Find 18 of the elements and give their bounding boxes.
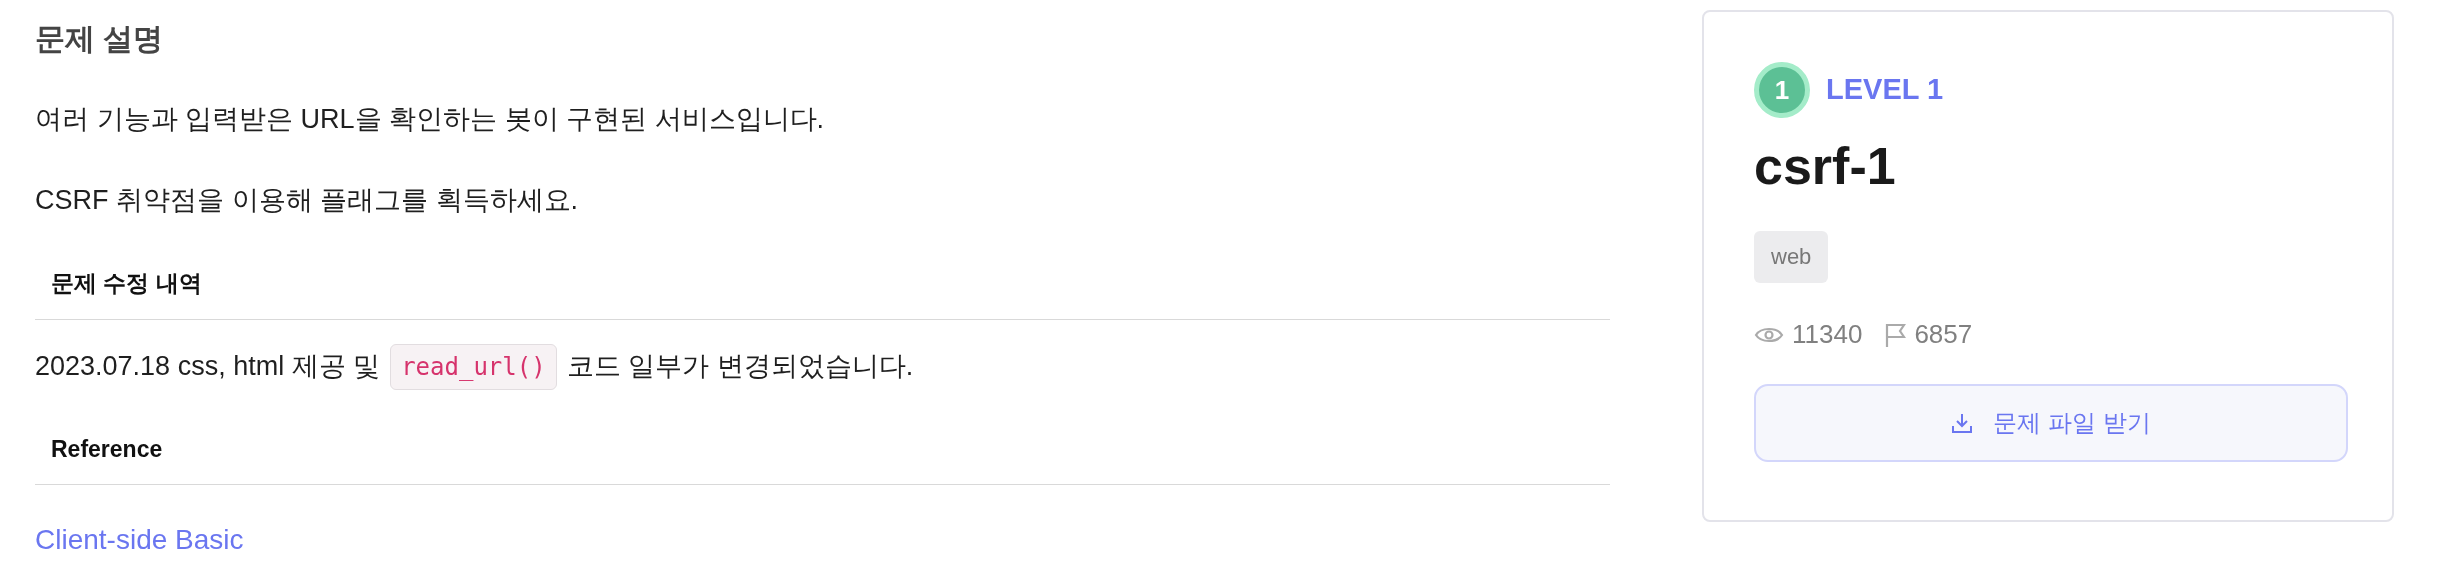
subsection-heading: Reference xyxy=(51,435,163,462)
section-title: 문제 설명 xyxy=(35,21,165,57)
description-text: CSRF 취약점을 이용해 플래그를 획득하세요. xyxy=(35,183,579,217)
download-button[interactable]: 문제 파일 받기 xyxy=(1754,384,2348,462)
level-badge: 1 xyxy=(1754,62,1810,118)
reference-link[interactable]: Client-side Basic xyxy=(35,524,244,555)
flag-icon xyxy=(1884,321,1907,348)
view-count: 11340 xyxy=(1792,318,1863,351)
changelog-text: 2023.07.18 css, html 제공 및 xyxy=(35,350,381,384)
level-label: LEVEL 1 xyxy=(1826,72,1944,108)
solve-count: 6857 xyxy=(1914,318,1973,351)
code-snippet: read_url() xyxy=(390,343,557,390)
changelog-text: 코드 일부가 변경되었습니다. xyxy=(566,350,914,384)
subsection-heading: 문제 수정 내역 xyxy=(51,270,202,296)
tag: web xyxy=(1754,231,1829,283)
download-icon xyxy=(1951,412,1974,434)
challenge-title: csrf-1 xyxy=(1754,136,1897,197)
description-text: 여러 기능과 입력받은 URL을 확인하는 봇이 구현된 서비스입니다. xyxy=(35,103,826,136)
